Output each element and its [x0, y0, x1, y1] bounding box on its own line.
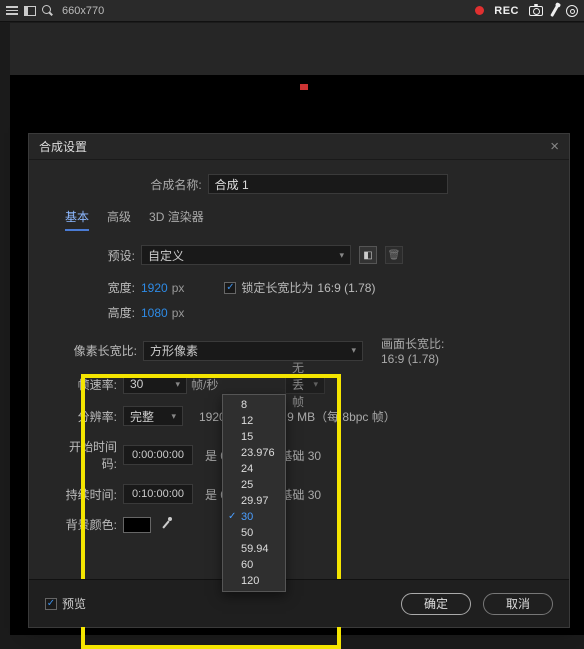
brush-icon[interactable]: [550, 5, 559, 17]
start-timecode-label: 开始时间码:: [57, 438, 117, 472]
dialog-tabs: 基本 高级 3D 渲染器: [47, 208, 551, 231]
preview-checkbox[interactable]: [45, 598, 57, 610]
fps-dropdown-list[interactable]: 8121523.976242529.97305059.9460120: [222, 394, 286, 592]
preset-value: 自定义: [148, 247, 184, 264]
search-text[interactable]: 660x770: [62, 5, 104, 17]
height-unit: px: [172, 306, 185, 320]
dialog-titlebar[interactable]: 合成设置 ×: [29, 134, 569, 160]
fps-option[interactable]: 8: [223, 397, 285, 413]
tab-basic[interactable]: 基本: [65, 208, 89, 231]
fps-option[interactable]: 120: [223, 573, 285, 589]
tab-advanced[interactable]: 高级: [107, 208, 131, 231]
frame-aspect-label: 画面长宽比:: [381, 335, 444, 352]
width-value[interactable]: 1920: [141, 281, 168, 295]
chevron-down-icon: ▾: [351, 345, 356, 356]
bgcolor-swatch[interactable]: [123, 517, 151, 533]
resolution-select[interactable]: 完整 ▾: [123, 406, 183, 426]
tab-3d-renderer[interactable]: 3D 渲染器: [149, 208, 204, 231]
cancel-button[interactable]: 取消: [483, 593, 553, 615]
camera-icon[interactable]: [529, 6, 543, 16]
dialog-footer: 预览 确定 取消: [29, 579, 569, 627]
chevron-down-icon: ▾: [339, 250, 344, 261]
pixel-aspect-label: 像素长宽比:: [47, 342, 137, 359]
fps-option[interactable]: 29.97: [223, 493, 285, 509]
record-indicator-icon: [475, 6, 484, 15]
frame-aspect-value: 16:9 (1.78): [381, 352, 444, 366]
width-unit: px: [172, 281, 185, 295]
comp-name-label: 合成名称:: [150, 176, 207, 193]
dialog-title: 合成设置: [39, 138, 87, 155]
panel-icon[interactable]: [24, 6, 36, 16]
fps-option[interactable]: 50: [223, 525, 285, 541]
fps-option[interactable]: 60: [223, 557, 285, 573]
fps-option[interactable]: 24: [223, 461, 285, 477]
pixel-aspect-value: 方形像素: [150, 342, 198, 359]
bgcolor-label: 背景颜色:: [57, 516, 117, 533]
fps-unit-label: 帧/秒: [191, 376, 245, 393]
close-icon[interactable]: ×: [550, 138, 559, 155]
chevron-down-icon: ▾: [175, 379, 180, 390]
fps-option[interactable]: 59.94: [223, 541, 285, 557]
drop-frame-value: 无丢帧: [292, 359, 313, 410]
chevron-down-icon: ▾: [171, 411, 176, 422]
duration-input[interactable]: [123, 484, 193, 504]
ok-button[interactable]: 确定: [401, 593, 471, 615]
height-label: 高度:: [95, 304, 135, 321]
search-icon[interactable]: [42, 5, 54, 17]
resolution-value: 完整: [130, 408, 154, 425]
pixel-aspect-select[interactable]: 方形像素 ▾: [143, 341, 363, 361]
fps-option[interactable]: 30: [223, 509, 285, 525]
composition-settings-dialog: 合成设置 × 合成名称: 基本 高级 3D 渲染器 预设: 自定义 ▾ ◧ 🗑 …: [28, 133, 570, 628]
duration-label: 持续时间:: [57, 486, 117, 503]
fps-label: 帧速率:: [57, 376, 117, 393]
playhead-marker-icon: [300, 84, 308, 90]
fps-value: 30: [130, 377, 143, 391]
start-timecode-input[interactable]: [123, 445, 193, 465]
lock-aspect-label: 锁定长宽比为: [241, 279, 313, 296]
height-value[interactable]: 1080: [141, 306, 168, 320]
eyedropper-icon[interactable]: [159, 518, 173, 532]
preset-select[interactable]: 自定义 ▾: [141, 245, 351, 265]
preview-label: 预览: [62, 595, 86, 612]
lock-aspect-ratio: 16:9 (1.78): [317, 281, 375, 295]
save-preset-button[interactable]: ◧: [359, 246, 377, 264]
fps-option[interactable]: 15: [223, 429, 285, 445]
fps-option[interactable]: 23.976: [223, 445, 285, 461]
fps-option[interactable]: 25: [223, 477, 285, 493]
settings-icon[interactable]: [566, 5, 578, 17]
delete-preset-button[interactable]: 🗑: [385, 246, 403, 264]
app-topbar: 660x770 REC: [0, 0, 584, 22]
drop-frame-select[interactable]: 无丢帧 ▾: [285, 374, 325, 394]
fps-option[interactable]: 12: [223, 413, 285, 429]
fps-select[interactable]: 30 ▾: [123, 374, 187, 394]
resolution-label: 分辨率:: [57, 408, 117, 425]
lock-aspect-checkbox[interactable]: [224, 282, 236, 294]
width-label: 宽度:: [95, 279, 135, 296]
comp-name-input[interactable]: [208, 174, 448, 194]
hamburger-icon[interactable]: [6, 6, 18, 15]
preset-label: 预设:: [95, 247, 135, 264]
chevron-down-icon: ▾: [313, 379, 318, 390]
record-label[interactable]: REC: [494, 5, 519, 17]
